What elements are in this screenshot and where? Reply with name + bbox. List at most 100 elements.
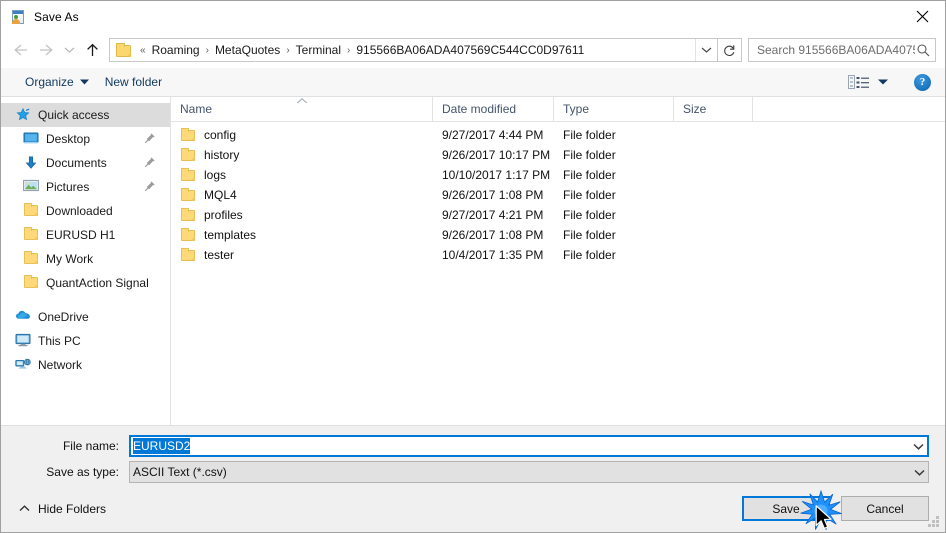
sidebar-item-this-pc[interactable]: This PC (1, 329, 170, 353)
hide-folders-button[interactable]: Hide Folders (17, 502, 106, 516)
column-header-name[interactable]: Name (171, 96, 433, 122)
forward-button[interactable] (33, 37, 59, 63)
folder-icon (180, 208, 196, 222)
refresh-button[interactable] (718, 38, 742, 62)
file-date: 9/27/2017 4:21 PM (442, 208, 544, 222)
dialog-footer: Hide Folders Save Cancel (1, 485, 945, 532)
column-header-filler (753, 97, 945, 122)
folder-icon (180, 128, 196, 142)
file-date: 9/27/2017 4:44 PM (442, 128, 544, 142)
address-folder-icon (116, 43, 132, 57)
table-row[interactable]: history 9/26/2017 10:17 PM File folder (171, 145, 945, 165)
folder-icon (180, 188, 196, 202)
arrow-right-icon (39, 44, 53, 56)
column-header-label: Type (563, 101, 590, 116)
file-name: config (204, 128, 237, 142)
sidebar-item-desktop[interactable]: Desktop (1, 127, 170, 151)
sort-ascending-icon (296, 97, 307, 106)
desktop-icon (23, 131, 39, 147)
sidebar-item-eurusd-h1[interactable]: EURUSD H1 (1, 223, 170, 247)
magnifier-icon (915, 43, 931, 57)
save-as-dialog: Save As « Roaming › MetaQuotes › Termina… (0, 0, 946, 533)
sidebar-item-label: OneDrive (38, 310, 89, 324)
chevron-down-icon[interactable] (911, 469, 928, 476)
refresh-icon (724, 44, 735, 56)
column-headers: Name Date modified Type Size (171, 96, 945, 122)
sidebar-item-downloaded[interactable]: Downloaded (1, 199, 170, 223)
help-button[interactable]: ? (914, 73, 931, 91)
sidebar-item-network[interactable]: Network (1, 353, 170, 377)
address-dropdown-button[interactable] (695, 39, 717, 61)
back-button[interactable] (7, 37, 33, 63)
breadcrumb: « Roaming › MetaQuotes › Terminal › 9155… (136, 43, 695, 57)
file-name-label: File name: (62, 439, 119, 453)
arrow-left-icon (13, 44, 27, 56)
pin-icon (144, 132, 156, 144)
organize-label: Organize (25, 75, 74, 89)
pin-icon (144, 180, 156, 192)
navigation-bar: « Roaming › MetaQuotes › Terminal › 9155… (1, 32, 945, 68)
sidebar-item-my-work[interactable]: My Work (1, 247, 170, 271)
sidebar-item-documents[interactable]: Documents (1, 151, 170, 175)
sidebar-item-label: Desktop (46, 132, 91, 146)
sidebar-item-label: QuantAction Signal (46, 276, 149, 290)
file-name-cell: logs (171, 168, 433, 182)
folder-icon (180, 148, 196, 162)
up-button[interactable] (79, 37, 105, 63)
sidebar-item-quick-access[interactable]: Quick access (1, 103, 170, 127)
sidebar-item-label: My Work (46, 252, 94, 266)
cancel-button[interactable]: Cancel (841, 496, 929, 521)
file-name: logs (204, 168, 227, 182)
save-button[interactable]: Save (742, 496, 830, 521)
file-date: 9/26/2017 10:17 PM (442, 148, 551, 162)
column-header-size[interactable]: Size (674, 96, 753, 122)
table-row[interactable]: logs 10/10/2017 1:17 PM File folder (171, 165, 945, 185)
file-name: MQL4 (204, 188, 237, 202)
view-mode-button[interactable] (840, 71, 896, 93)
sidebar-item-label: Downloaded (46, 204, 113, 218)
file-type: File folder (563, 188, 616, 202)
file-name-cell: config (171, 128, 433, 142)
file-name-value[interactable]: EURUSD2 (133, 438, 191, 454)
file-type: File folder (563, 228, 616, 242)
file-name-cell: templates (171, 228, 433, 242)
sidebar-item-quantaction-signal[interactable]: QuantAction Signal (1, 271, 170, 295)
title-bar: Save As (1, 1, 945, 32)
file-type: File folder (563, 128, 616, 142)
breadcrumb-item-metaquotes[interactable]: MetaQuotes (213, 43, 282, 57)
recent-locations-button[interactable] (59, 37, 79, 63)
sidebar-item-pictures[interactable]: Pictures (1, 175, 170, 199)
organize-button[interactable]: Organize (17, 71, 97, 93)
breadcrumb-separator: › (205, 44, 209, 56)
file-list-pane: Name Date modified Type Size config 9/27… (171, 96, 945, 425)
column-header-type[interactable]: Type (554, 96, 674, 122)
file-name-input[interactable]: EURUSD2 (129, 435, 929, 457)
save-as-type-select[interactable]: ASCII Text (*.csv) (129, 461, 929, 483)
search-input[interactable]: Search 915566BA06ADA40756... (757, 43, 915, 57)
chevron-down-icon (701, 47, 712, 53)
chevron-down-icon[interactable] (910, 443, 927, 450)
table-row[interactable]: MQL4 9/26/2017 1:08 PM File folder (171, 185, 945, 205)
table-row[interactable]: config 9/27/2017 4:44 PM File folder (171, 125, 945, 145)
breadcrumb-item-terminal-id[interactable]: 915566BA06ADA407569C544CC0D97611 (354, 43, 586, 57)
file-type: File folder (563, 168, 616, 182)
breadcrumb-item-roaming[interactable]: Roaming (150, 43, 202, 57)
breadcrumb-item-terminal[interactable]: Terminal (294, 43, 343, 57)
search-box[interactable]: Search 915566BA06ADA40756... (748, 38, 936, 62)
sidebar-item-onedrive[interactable]: OneDrive (1, 305, 170, 329)
close-button[interactable] (899, 1, 945, 32)
file-type: File folder (563, 208, 616, 222)
resize-grip-icon[interactable] (928, 516, 941, 529)
table-row[interactable]: profiles 9/27/2017 4:21 PM File folder (171, 205, 945, 225)
address-bar[interactable]: « Roaming › MetaQuotes › Terminal › 9155… (109, 38, 718, 62)
file-name: tester (204, 248, 235, 262)
file-name: profiles (204, 208, 243, 222)
file-date: 9/26/2017 1:08 PM (442, 188, 544, 202)
new-folder-button[interactable]: New folder (97, 71, 170, 93)
command-toolbar: Organize New folder ? (1, 68, 945, 97)
column-header-date-modified[interactable]: Date modified (433, 96, 554, 122)
caret-down-icon (79, 79, 89, 85)
table-row[interactable]: templates 9/26/2017 1:08 PM File folder (171, 225, 945, 245)
table-row[interactable]: tester 10/4/2017 1:35 PM File folder (171, 245, 945, 265)
pictures-icon (23, 179, 39, 195)
